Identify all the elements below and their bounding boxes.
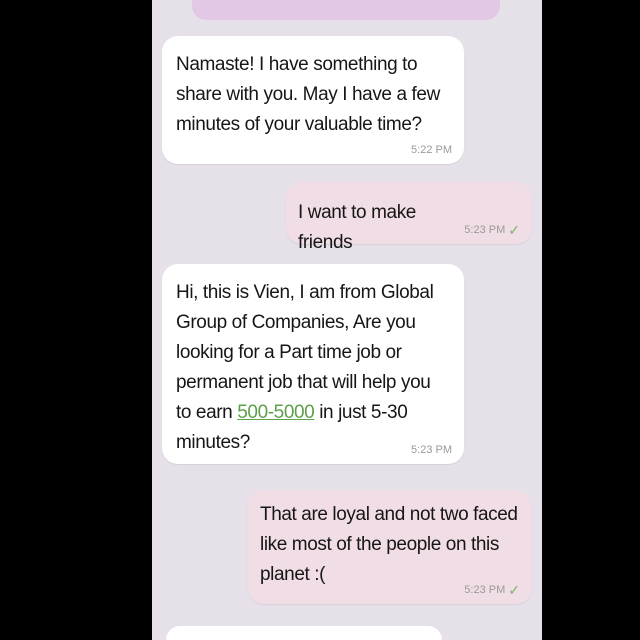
message-meta: 5:23 PM ✓: [464, 582, 520, 598]
message-text: Namaste! I have something to share with …: [176, 54, 440, 135]
amount-link[interactable]: 500-5000: [237, 402, 315, 423]
message-incoming[interactable]: Hi, this is Vien, I am from Global Group…: [162, 264, 464, 464]
read-check-icon: ✓: [508, 582, 520, 598]
message-meta: 5:22 PM: [411, 144, 452, 156]
message-outgoing[interactable]: I want to make friends 5:23 PM ✓: [286, 182, 532, 253]
chat-screen: Namaste! I have something to share with …: [152, 0, 542, 640]
message-meta: 5:23 PM: [411, 444, 452, 456]
message-text: I want to make friends: [298, 202, 416, 253]
message-time: 5:23 PM: [464, 224, 506, 236]
message-text: That are loyal and not two faced like mo…: [260, 504, 518, 585]
message-text: Hi, this is Vien, I am from Global Group…: [176, 278, 450, 458]
message-time: 5:23 PM: [464, 584, 506, 596]
message-outgoing[interactable]: That are loyal and not two faced like mo…: [248, 490, 532, 604]
message-incoming[interactable]: Namaste! I have something to share with …: [162, 36, 464, 164]
message-time: 5:23 PM: [411, 444, 452, 456]
read-check-icon: ✓: [508, 222, 520, 238]
previous-message-bubble: [192, 0, 500, 20]
next-message-bubble: [166, 626, 442, 640]
message-meta: 5:23 PM ✓: [464, 222, 520, 238]
message-time: 5:22 PM: [411, 144, 452, 156]
